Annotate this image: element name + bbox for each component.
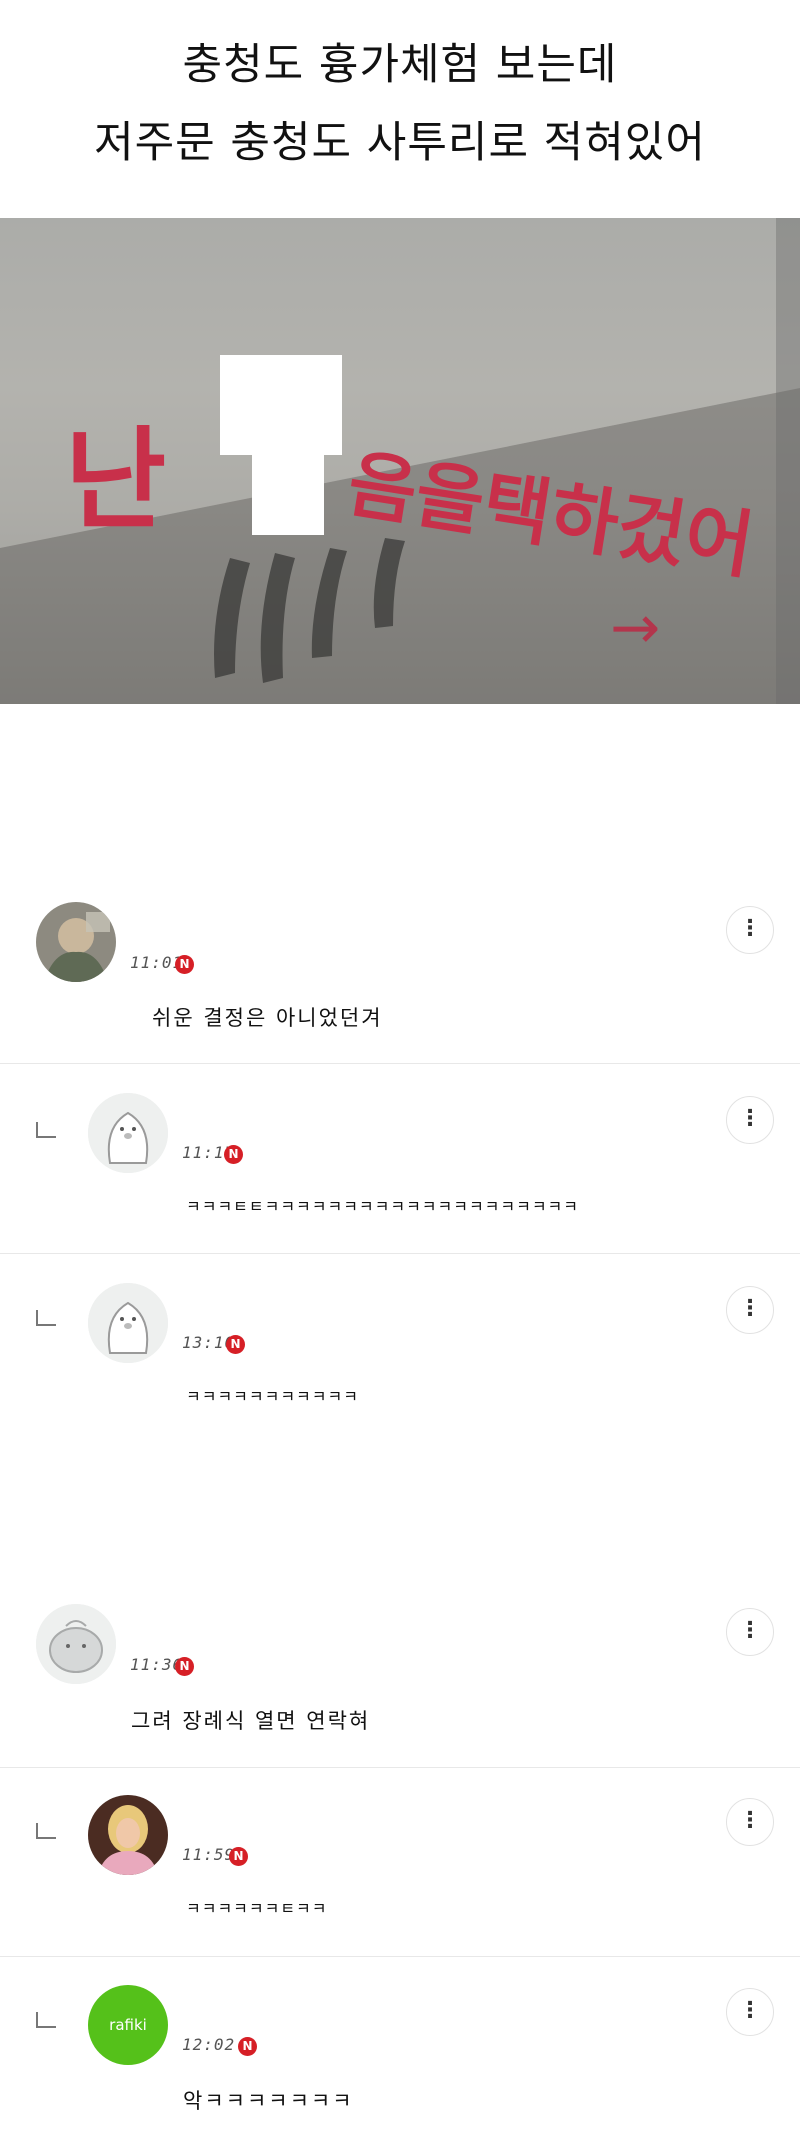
avatar-label: rafiki	[109, 2016, 147, 2034]
graffiti-wall-illustration: 난 음을택하겄어 →	[0, 218, 800, 704]
graffiti-left: 난	[65, 416, 166, 544]
comment-time: 12:02	[182, 2035, 236, 2054]
avatar[interactable]: rafiki	[88, 1985, 168, 2065]
avatar[interactable]	[36, 902, 116, 982]
new-badge: N	[224, 1145, 243, 1164]
comment-divider	[0, 1956, 800, 1957]
avatar[interactable]	[88, 1795, 168, 1875]
more-options-button[interactable]: ⋮	[726, 1096, 774, 1144]
new-badge: N	[229, 1847, 248, 1866]
reply-indicator-icon	[36, 1310, 56, 1326]
more-options-button[interactable]: ⋮	[726, 1286, 774, 1334]
comment-time: 11:59	[182, 1845, 236, 1864]
comment-divider	[0, 1767, 800, 1768]
new-badge: N	[238, 2037, 257, 2056]
new-badge: N	[175, 1657, 194, 1676]
reply-indicator-icon	[36, 1823, 56, 1839]
post-title-line-2: 저주문 충청도 사투리로 적혀있어	[94, 118, 706, 168]
more-options-button[interactable]: ⋮	[726, 1988, 774, 2036]
more-options-button[interactable]: ⋮	[726, 1798, 774, 1846]
ghost-avatar-icon	[36, 1604, 116, 1684]
comment-text: ㅋㅋㅋㅋㅋㅋㅋㅋㅋㅋㅋ	[186, 1387, 359, 1406]
new-badge: N	[175, 955, 194, 974]
comment-text: ㅋㅋㅋㅋㅋㅋㅌㅋㅋ	[186, 1899, 328, 1918]
reply-indicator-icon	[36, 1122, 56, 1138]
comment-text: 쉬운 결정은 아니었던겨	[152, 1006, 383, 1030]
avatar[interactable]	[88, 1283, 168, 1363]
photo-avatar-icon	[36, 902, 116, 982]
new-badge: N	[226, 1335, 245, 1354]
comment-divider	[0, 1253, 800, 1254]
comment-text: 악ㅋㅋㅋㅋㅋㅋㅋ	[183, 2089, 354, 2113]
comment-text: 그려 장례식 열면 연락혀	[131, 1709, 371, 1733]
comment-text: ㅋㅋㅋㅌㅌㅋㅋㅋㅋㅋㅋㅋㅋㅋㅋㅋㅋㅋㅋㅋㅋㅋㅋㅋㅋ	[186, 1197, 580, 1216]
post-photo: 난 음을택하겄어 →	[0, 218, 800, 704]
reply-indicator-icon	[36, 2012, 56, 2028]
more-options-button[interactable]: ⋮	[726, 1608, 774, 1656]
censor-block-bottom	[252, 455, 324, 535]
penguin-avatar-icon	[88, 1093, 168, 1173]
comment-divider	[0, 1063, 800, 1064]
more-options-button[interactable]: ⋮	[726, 906, 774, 954]
penguin-avatar-icon	[88, 1283, 168, 1363]
person-avatar-icon	[88, 1795, 168, 1875]
avatar[interactable]	[36, 1604, 116, 1684]
avatar[interactable]	[88, 1093, 168, 1173]
graffiti-arrow: →	[610, 593, 660, 663]
post-title-line-1: 충청도 흉가체험 보는데	[182, 40, 618, 90]
censor-block-top	[220, 355, 342, 455]
